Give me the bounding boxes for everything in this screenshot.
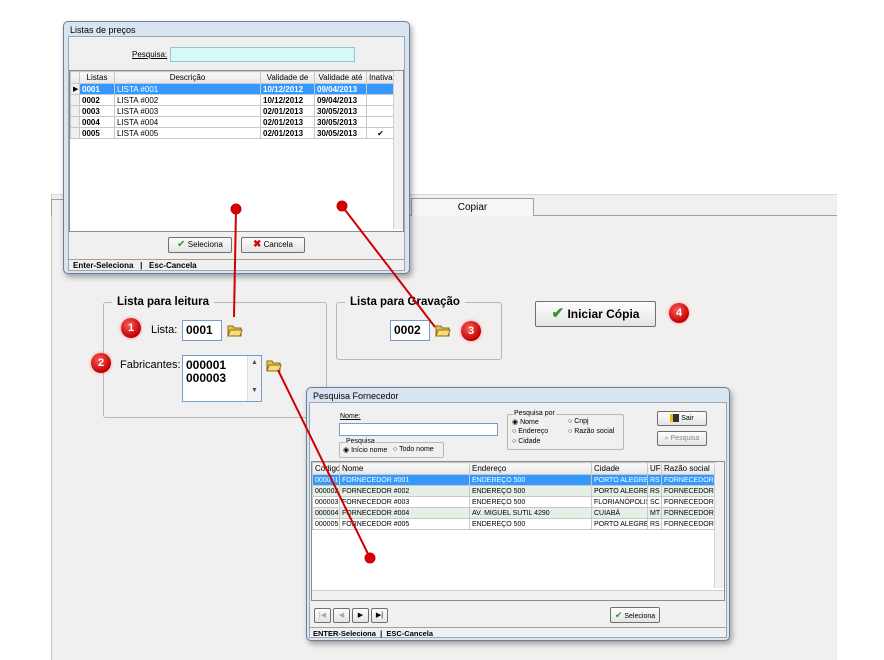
annotation-overlay: [230, 200, 436, 564]
annotation-line: [233, 208, 237, 318]
annotation-line: [341, 205, 436, 328]
annotation-dot: [336, 200, 348, 212]
annotation-dot: [230, 203, 242, 215]
annotation-line: [277, 369, 371, 559]
annotation-dot: [364, 552, 376, 564]
